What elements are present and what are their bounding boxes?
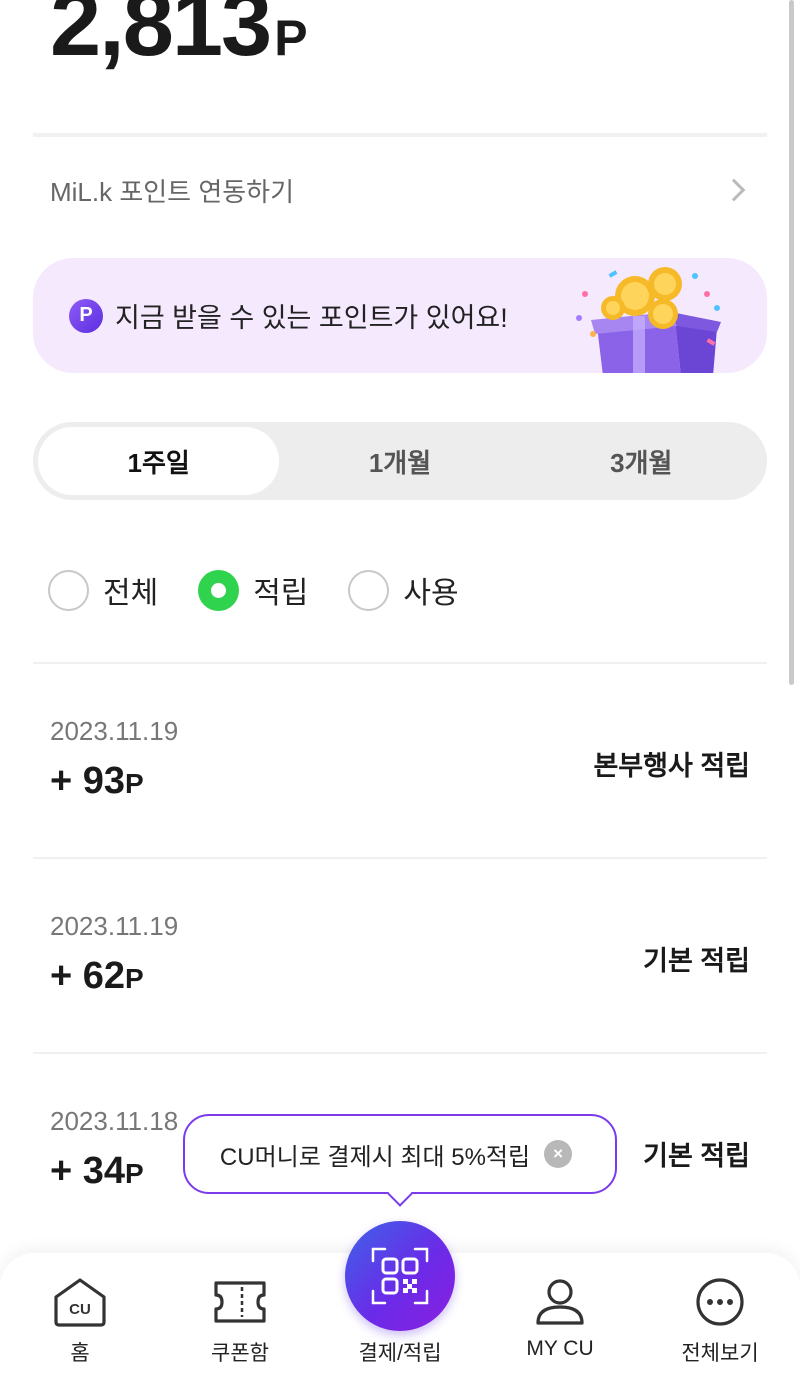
history-type: 기본 적립 bbox=[643, 946, 750, 976]
nav-all-label: 전체보기 bbox=[681, 1342, 759, 1365]
amount-value: + 34 bbox=[50, 1150, 126, 1192]
nav-coupon[interactable]: 쿠폰함 bbox=[160, 1253, 320, 1381]
divider bbox=[33, 133, 767, 137]
tab-3-months[interactable]: 3개월 bbox=[521, 427, 762, 495]
history-row: 2023.11.19 + 62P 기본 적립 bbox=[33, 859, 767, 1054]
close-icon[interactable]: × bbox=[544, 1140, 573, 1168]
gift-box-icon bbox=[576, 267, 721, 373]
filter-all-radio[interactable]: 전체 bbox=[48, 568, 158, 612]
amount-unit: P bbox=[125, 963, 144, 994]
filter-use-label: 사용 bbox=[403, 577, 459, 610]
radio-circle bbox=[348, 569, 390, 611]
more-icon bbox=[696, 1278, 744, 1326]
period-tabs: 1주일 1개월 3개월 bbox=[33, 422, 767, 500]
nav-all[interactable]: 전체보기 bbox=[640, 1253, 800, 1381]
coupon-icon bbox=[214, 1281, 266, 1323]
history-date: 2023.11.19 bbox=[50, 716, 179, 746]
point-balance: 2,813P bbox=[50, 0, 308, 70]
history-row: 2023.11.19 + 93P 본부행사 적립 bbox=[33, 664, 767, 859]
balance-unit: P bbox=[274, 10, 308, 66]
nav-home-label: 홈 bbox=[70, 1342, 90, 1365]
amount-value: + 93 bbox=[50, 760, 126, 802]
history-date: 2023.11.18 bbox=[50, 1106, 179, 1136]
qr-scan-icon bbox=[371, 1247, 429, 1305]
home-icon: CU bbox=[54, 1278, 106, 1327]
tab-1-week[interactable]: 1주일 bbox=[38, 427, 280, 495]
filter-use-radio[interactable]: 사용 bbox=[348, 568, 459, 612]
filter-earn-label: 적립 bbox=[253, 577, 309, 610]
pay-scan-button[interactable] bbox=[345, 1221, 455, 1331]
history-type: 본부행사 적립 bbox=[593, 751, 750, 781]
milk-link-row[interactable]: MiL.k 포인트 연동하기 bbox=[33, 160, 767, 220]
history-date: 2023.11.19 bbox=[50, 911, 179, 941]
history-type: 기본 적립 bbox=[643, 1141, 750, 1171]
history-amount: + 62P bbox=[50, 955, 144, 998]
nav-mycu[interactable]: MY CU bbox=[480, 1253, 640, 1381]
svg-text:CU: CU bbox=[69, 1301, 91, 1318]
nav-mycu-label: MY CU bbox=[526, 1337, 594, 1360]
amount-unit: P bbox=[125, 768, 144, 799]
filter-radios: 전체 적립 사용 bbox=[48, 568, 499, 612]
history-amount: + 34P bbox=[50, 1150, 144, 1193]
tab-1-month[interactable]: 1개월 bbox=[279, 427, 520, 495]
scrollbar[interactable] bbox=[789, 0, 794, 685]
history-amount: + 93P bbox=[50, 760, 144, 803]
nav-coupon-label: 쿠폰함 bbox=[211, 1342, 269, 1365]
nav-home[interactable]: CU 홈 bbox=[0, 1253, 160, 1381]
tooltip-text: CU머니로 결제시 최대 5%적립 bbox=[219, 1143, 531, 1171]
amount-unit: P bbox=[125, 1158, 144, 1189]
promo-text: 지금 받을 수 있는 포인트가 있어요! bbox=[115, 303, 508, 333]
radio-circle-checked bbox=[198, 569, 240, 611]
nav-pay-label: 결제/적립 bbox=[358, 1342, 442, 1365]
radio-circle bbox=[48, 569, 89, 611]
promo-banner[interactable]: P 지금 받을 수 있는 포인트가 있어요! bbox=[33, 258, 767, 373]
filter-all-label: 전체 bbox=[103, 577, 159, 610]
point-badge-icon: P bbox=[69, 298, 103, 333]
cu-money-tooltip: CU머니로 결제시 최대 5%적립 × bbox=[183, 1114, 617, 1207]
balance-value: 2,813 bbox=[50, 0, 272, 75]
amount-value: + 62 bbox=[50, 955, 126, 997]
person-icon bbox=[536, 1279, 584, 1325]
filter-earn-radio[interactable]: 적립 bbox=[198, 568, 308, 612]
chevron-right-icon bbox=[722, 178, 746, 202]
milk-link-label: MiL.k 포인트 연동하기 bbox=[50, 176, 295, 207]
